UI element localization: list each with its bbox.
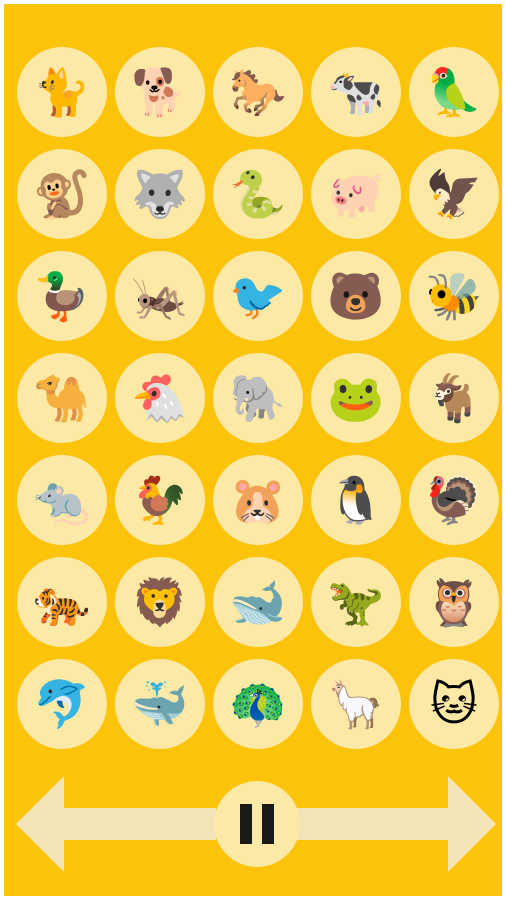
- pause-button[interactable]: [214, 781, 300, 867]
- animal-tile-llama[interactable]: 🦙: [311, 659, 401, 749]
- dog-icon: 🐕: [131, 65, 189, 119]
- pig-icon: 🐖: [327, 167, 385, 221]
- animal-tile-rat[interactable]: 🐀: [17, 455, 107, 545]
- animal-tile-cat-face[interactable]: 🐱: [409, 659, 499, 749]
- animal-tile-eagle[interactable]: 🦅: [409, 149, 499, 239]
- cow-icon: 🐄: [327, 65, 385, 119]
- animal-tile-peacock[interactable]: 🦚: [213, 659, 303, 749]
- penguin-icon: 🐧: [327, 473, 385, 527]
- cat-face-icon: 🐱: [430, 677, 478, 731]
- camel-icon: 🐪: [33, 371, 91, 425]
- cricket-icon: 🦗: [131, 269, 189, 323]
- hamster-icon: 🐹: [229, 473, 287, 527]
- monkey-icon: 🐒: [33, 167, 91, 221]
- horse-icon: 🐎: [229, 65, 287, 119]
- next-arrow-button[interactable]: [296, 764, 496, 884]
- previous-arrow-button[interactable]: [16, 764, 216, 884]
- duck-icon: 🦆: [33, 269, 91, 323]
- animal-tile-horse[interactable]: 🐎: [213, 47, 303, 137]
- animal-tile-cricket[interactable]: 🦗: [115, 251, 205, 341]
- right-arrow-icon: [296, 776, 496, 872]
- animal-grid: 🐈 🐕 🐎 🐄 🦜 🐒 🐺 🐍 🐖 🦅 🦆 🦗 🐦 🐻 🐝 🐪 🐔 🐘 🐸 🐐 🐀 🐓 🐹 🐧 🦃 🐅 🦁 🐋 🦖 🦉 🐬 🐳 🦚 🦙 🐱: [17, 47, 499, 749]
- turkey-icon: 🦃: [425, 473, 483, 527]
- peacock-icon: 🦚: [229, 677, 287, 731]
- animal-tile-hamster[interactable]: 🐹: [213, 455, 303, 545]
- rat-icon: 🐀: [33, 473, 91, 527]
- animal-tile-lion[interactable]: 🦁: [115, 557, 205, 647]
- goat-icon: 🐐: [425, 371, 483, 425]
- eagle-icon: 🦅: [425, 167, 483, 221]
- cat-icon: 🐈: [33, 65, 91, 119]
- elephant-icon: 🐘: [229, 371, 287, 425]
- animal-tile-tiger[interactable]: 🐅: [17, 557, 107, 647]
- animal-tile-snake[interactable]: 🐍: [213, 149, 303, 239]
- frog-icon: 🐸: [327, 371, 385, 425]
- animal-tile-penguin[interactable]: 🐧: [311, 455, 401, 545]
- animal-tile-frog[interactable]: 🐸: [311, 353, 401, 443]
- animal-tile-parrot[interactable]: 🦜: [409, 47, 499, 137]
- animal-tile-duck[interactable]: 🦆: [17, 251, 107, 341]
- animal-tile-cardinal[interactable]: 🐦: [213, 251, 303, 341]
- cardinal-icon: 🐦: [229, 269, 287, 323]
- whale-icon: 🐋: [229, 575, 287, 629]
- animal-tile-turkey[interactable]: 🦃: [409, 455, 499, 545]
- dolphin-icon: 🐬: [33, 677, 91, 731]
- animal-tile-rooster[interactable]: 🐓: [115, 455, 205, 545]
- animal-tile-cat[interactable]: 🐈: [17, 47, 107, 137]
- animal-tile-wolf[interactable]: 🐺: [115, 149, 205, 239]
- lion-icon: 🦁: [131, 575, 189, 629]
- spouting-whale-icon: 🐳: [131, 677, 189, 731]
- animal-tile-chicken[interactable]: 🐔: [115, 353, 205, 443]
- bear-icon: 🐻: [327, 269, 385, 323]
- chicken-icon: 🐔: [131, 371, 189, 425]
- snake-icon: 🐍: [229, 167, 287, 221]
- game-board: 🐈 🐕 🐎 🐄 🦜 🐒 🐺 🐍 🐖 🦅 🦆 🦗 🐦 🐻 🐝 🐪 🐔 🐘 🐸 🐐 🐀 🐓 🐹 🐧 🦃 🐅 🦁 🐋 🦖 🦉 🐬 🐳 🦚 🦙 🐱: [4, 4, 502, 896]
- animal-tile-elephant[interactable]: 🐘: [213, 353, 303, 443]
- animal-tile-goat[interactable]: 🐐: [409, 353, 499, 443]
- llama-icon: 🦙: [327, 677, 385, 731]
- pause-icon-left-bar: [240, 804, 252, 844]
- animal-tile-camel[interactable]: 🐪: [17, 353, 107, 443]
- animal-tile-pig[interactable]: 🐖: [311, 149, 401, 239]
- animal-tile-dinosaur[interactable]: 🦖: [311, 557, 401, 647]
- pause-icon-right-bar: [262, 804, 274, 844]
- animal-tile-spouting-whale[interactable]: 🐳: [115, 659, 205, 749]
- left-arrow-icon: [16, 776, 216, 872]
- animal-tile-dolphin[interactable]: 🐬: [17, 659, 107, 749]
- animal-tile-whale[interactable]: 🐋: [213, 557, 303, 647]
- animal-tile-bear[interactable]: 🐻: [311, 251, 401, 341]
- animal-tile-owl[interactable]: 🦉: [409, 557, 499, 647]
- animal-tile-dog[interactable]: 🐕: [115, 47, 205, 137]
- animal-tile-bee[interactable]: 🐝: [409, 251, 499, 341]
- rooster-icon: 🐓: [131, 473, 189, 527]
- bee-icon: 🐝: [425, 269, 483, 323]
- wolf-icon: 🐺: [131, 167, 189, 221]
- playback-controls: [4, 764, 502, 884]
- dinosaur-icon: 🦖: [327, 575, 385, 629]
- animal-tile-cow[interactable]: 🐄: [311, 47, 401, 137]
- parrot-icon: 🦜: [425, 65, 483, 119]
- tiger-icon: 🐅: [33, 575, 91, 629]
- owl-icon: 🦉: [425, 575, 483, 629]
- animal-tile-monkey[interactable]: 🐒: [17, 149, 107, 239]
